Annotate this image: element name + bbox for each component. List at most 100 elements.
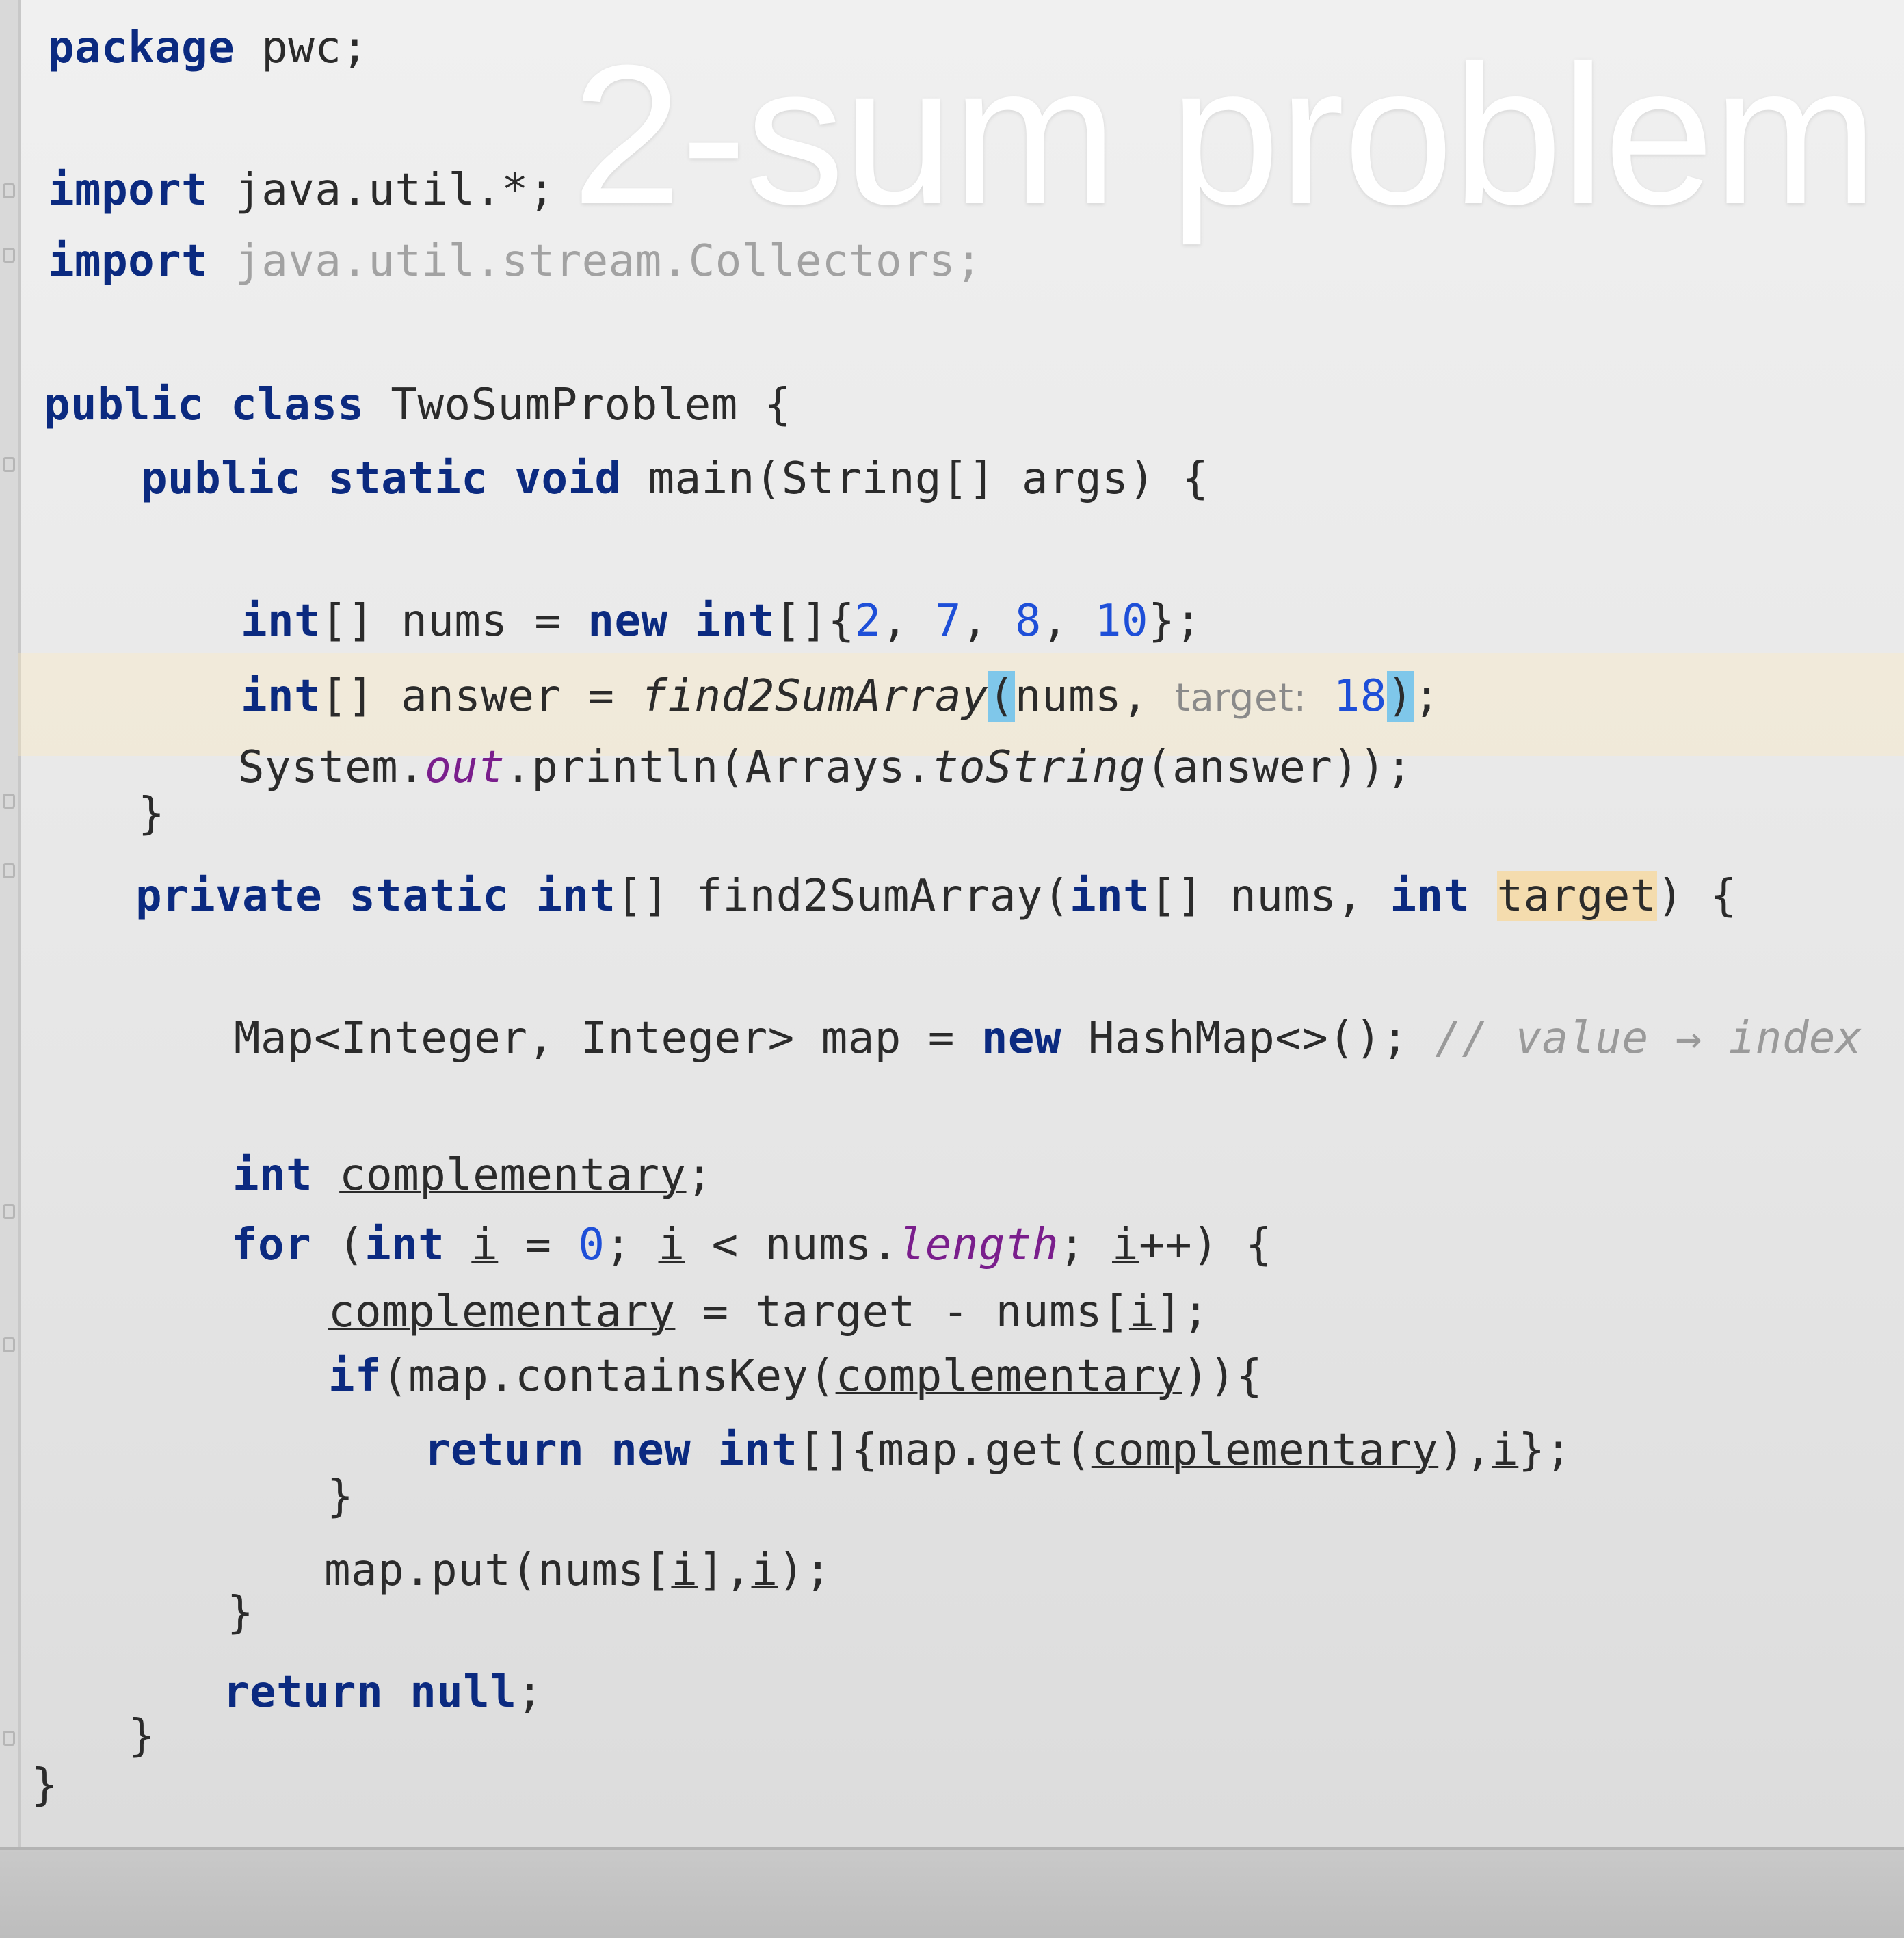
keyword: import	[48, 165, 209, 215]
code-text: ++) {	[1139, 1220, 1273, 1270]
code-line-map-put[interactable]: map.put(nums[i],i);	[324, 1543, 832, 1598]
code-text: < nums.	[685, 1220, 899, 1270]
keyword: int	[536, 871, 616, 921]
loop-variable: i	[658, 1220, 685, 1270]
code-line-close-for[interactable]: }	[227, 1586, 254, 1640]
fold-marker-icon[interactable]	[3, 457, 15, 472]
code-text: TwoSumProblem {	[364, 380, 791, 430]
code-text: }	[227, 1588, 254, 1638]
keyword: new	[611, 1425, 691, 1476]
reassigned-variable: complementary	[339, 1150, 687, 1201]
loop-variable: i	[1128, 1287, 1156, 1337]
overlay-title: 2-sum problem	[572, 24, 1878, 246]
fold-marker-icon[interactable]	[3, 794, 15, 809]
keyword: return	[223, 1667, 384, 1718]
code-text: ;	[1413, 671, 1440, 722]
code-line-for[interactable]: for (int i = 0; i < nums.length; i++) {	[231, 1218, 1272, 1272]
code-text: }	[31, 1760, 59, 1811]
keyword: null	[410, 1667, 517, 1718]
loop-variable: i	[671, 1545, 698, 1596]
keyword: int	[694, 596, 775, 646]
editor-gutter	[0, 0, 18, 1847]
code-text: =	[498, 1220, 579, 1270]
code-text: ),	[1438, 1425, 1492, 1476]
parameter-hint: target:	[1175, 676, 1307, 720]
code-text: )){	[1182, 1351, 1263, 1402]
code-text: };	[1148, 596, 1202, 646]
fold-marker-icon[interactable]	[3, 863, 15, 878]
code-line-println[interactable]: System.out.println(Arrays.toString(answe…	[238, 740, 1412, 795]
code-line-return-null[interactable]: return null;	[223, 1665, 543, 1720]
code-line-close-class[interactable]: }	[31, 1758, 58, 1813]
keyword: if	[328, 1351, 382, 1402]
keyword: int	[365, 1220, 445, 1270]
reassigned-variable: complementary	[328, 1287, 676, 1337]
code-text: ,	[1041, 596, 1095, 646]
keyword: new	[587, 596, 668, 646]
code-line-if[interactable]: if(map.containsKey(complementary)){	[328, 1349, 1262, 1404]
code-text: (map.containsKey(	[382, 1351, 836, 1402]
code-line-map-decl[interactable]: Map<Integer, Integer> map = new HashMap<…	[234, 1011, 1862, 1066]
code-text: HashMap<>();	[1061, 1013, 1436, 1064]
keyword: int	[241, 596, 321, 646]
fold-marker-icon[interactable]	[3, 183, 15, 198]
keyword: int	[233, 1150, 313, 1201]
fold-marker-icon[interactable]	[3, 248, 15, 263]
fold-marker-icon[interactable]	[3, 1337, 15, 1352]
code-line-method-signature[interactable]: private static int[] find2SumArray(int[]…	[135, 869, 1737, 924]
code-text: [] nums =	[321, 596, 588, 646]
loop-variable: i	[1112, 1220, 1139, 1270]
code-line-return-pair[interactable]: return new int[]{map.get(complementary),…	[424, 1423, 1572, 1478]
code-line-class[interactable]: public class TwoSumProblem {	[44, 378, 791, 432]
code-line-complementary-decl[interactable]: int complementary;	[233, 1148, 713, 1203]
keyword: import	[48, 236, 209, 287]
code-line-nums[interactable]: int[] nums = new int[]{2, 7, 8, 10};	[241, 594, 1202, 649]
static-field: out	[425, 742, 505, 793]
code-line-close-main[interactable]: }	[138, 787, 165, 841]
code-text: (answer));	[1146, 742, 1413, 793]
code-text: ,	[961, 596, 1015, 646]
code-text: ;	[1058, 1220, 1113, 1270]
keyword: public static void	[141, 454, 622, 504]
number-literal: 0	[578, 1220, 605, 1270]
reassigned-variable: complementary	[835, 1351, 1182, 1402]
matched-paren: )	[1386, 671, 1414, 722]
number-literal: 7	[934, 596, 962, 646]
loop-variable: i	[1492, 1425, 1519, 1476]
code-line-answer[interactable]: int[] answer = find2SumArray(nums, targe…	[241, 669, 1440, 726]
code-text: ;	[516, 1667, 544, 1718]
code-text: [] nums,	[1150, 871, 1390, 921]
code-text: ;	[686, 1150, 713, 1201]
code-text: }	[138, 789, 166, 839]
keyword: for	[231, 1220, 312, 1270]
loop-variable: i	[751, 1545, 778, 1596]
code-text: }	[129, 1711, 156, 1762]
matched-paren: (	[988, 671, 1015, 722]
code-line-package[interactable]: package pwc;	[48, 21, 368, 75]
code-text: ,	[881, 596, 935, 646]
highlighted-parameter: target	[1496, 871, 1657, 921]
code-text: []{	[774, 596, 855, 646]
keyword: int	[241, 671, 321, 722]
editor-bottom-edge	[0, 1847, 1904, 1938]
code-text: [] find2SumArray(	[616, 871, 1070, 921]
code-line-assign[interactable]: complementary = target - nums[i];	[328, 1285, 1209, 1339]
fold-marker-icon[interactable]	[3, 1731, 15, 1746]
code-line-close-if[interactable]: }	[327, 1469, 354, 1524]
code-text: Map<Integer, Integer> map =	[234, 1013, 981, 1064]
code-line-main[interactable]: public static void main(String[] args) {	[141, 451, 1208, 506]
code-comment: // value → index	[1435, 1013, 1862, 1064]
code-line-import[interactable]: import java.util.*;	[48, 163, 555, 218]
fold-marker-icon[interactable]	[3, 1204, 15, 1219]
code-text: .println(Arrays.	[505, 742, 932, 793]
code-text: );	[778, 1545, 832, 1596]
code-line-close-method[interactable]: }	[129, 1709, 155, 1764]
loop-variable: i	[471, 1220, 499, 1270]
code-text: main(String[] args) {	[621, 454, 1209, 504]
